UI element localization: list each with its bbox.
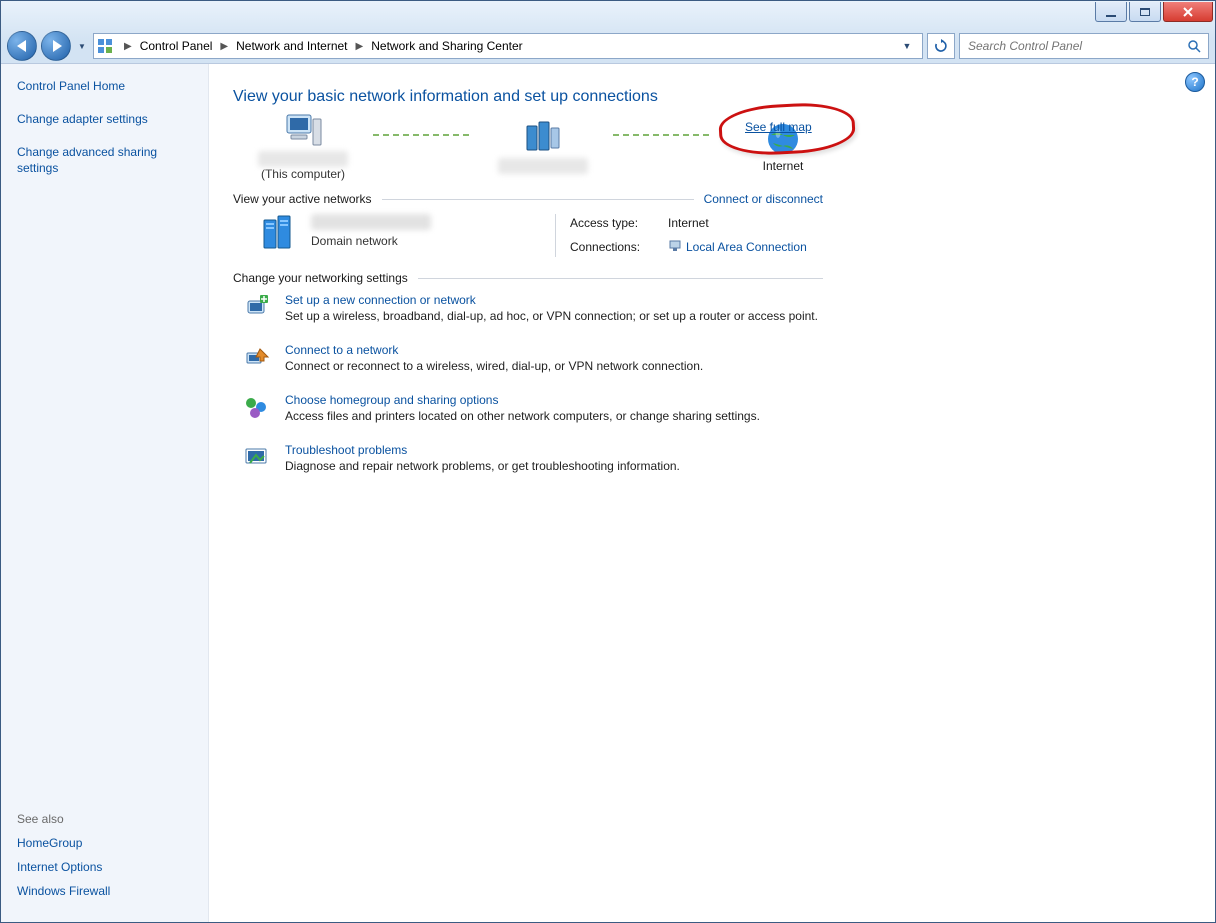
access-type-label: Access type: [570,216,660,230]
network-name-redacted [498,158,588,174]
nic-icon [668,239,682,256]
search-box[interactable] [959,33,1209,59]
search-icon[interactable] [1186,38,1202,54]
settings-item-title: Troubleshoot problems [285,443,680,457]
map-node-this-computer: (This computer) [233,113,373,181]
nav-history-dropdown[interactable]: ▼ [75,32,89,60]
see-full-map-link[interactable]: See full map [745,120,812,134]
active-networks-header: View your active networks Connect or dis… [233,192,823,206]
connect-network-icon [243,343,271,371]
see-full-map-wrap: See full map [733,110,853,150]
connection-link-text: Local Area Connection [686,240,807,254]
homegroup-icon [243,393,271,421]
window-frame: ▼ ▶ Control Panel ▶ Network and Internet… [0,0,1216,923]
breadcrumb-separator-icon: ▶ [118,41,138,52]
settings-item-desc: Connect or reconnect to a wireless, wire… [285,359,703,373]
this-computer-caption: (This computer) [261,167,345,181]
minimize-button[interactable] [1095,2,1127,22]
sidebar-link-advanced-sharing[interactable]: Change advanced sharing settings [17,144,192,178]
breadcrumb-separator-icon: ▶ [214,41,234,52]
settings-header: Change your networking settings [233,271,823,285]
computer-icon [281,113,325,149]
map-connector [613,134,713,136]
breadcrumb-separator-icon: ▶ [350,41,370,52]
address-bar[interactable]: ▶ Control Panel ▶ Network and Internet ▶… [93,33,923,59]
address-dropdown-button[interactable]: ▼ [898,37,916,55]
nav-forward-button[interactable] [41,31,71,61]
map-node-network [473,120,613,174]
active-networks-label: View your active networks [233,192,382,206]
breadcrumb-item[interactable]: Network and Internet [234,39,349,53]
sidebar: Control Panel Home Change adapter settin… [1,64,209,922]
location-icon [96,37,114,55]
new-connection-icon [243,293,271,321]
close-button[interactable] [1163,2,1213,22]
see-also-homegroup[interactable]: HomeGroup [17,836,192,850]
sidebar-home-link[interactable]: Control Panel Home [17,78,192,95]
connections-label: Connections: [570,240,660,254]
refresh-button[interactable] [927,33,955,59]
breadcrumb-item[interactable]: Network and Sharing Center [369,39,524,53]
settings-item-homegroup[interactable]: Choose homegroup and sharing options Acc… [243,393,1191,423]
internet-caption: Internet [763,159,804,173]
troubleshoot-icon [243,443,271,471]
active-network-block: Domain network Access type: Internet Con… [261,214,1191,257]
help-icon[interactable]: ? [1185,72,1205,92]
sidebar-link-adapter-settings[interactable]: Change adapter settings [17,111,192,128]
settings-item-troubleshoot[interactable]: Troubleshoot problems Diagnose and repai… [243,443,1191,473]
nav-back-button[interactable] [7,31,37,61]
settings-item-desc: Set up a wireless, broadband, dial-up, a… [285,309,818,323]
main-content: ? View your basic network information an… [209,64,1215,922]
breadcrumb-item[interactable]: Control Panel [138,39,215,53]
connect-disconnect-link[interactable]: Connect or disconnect [694,192,823,206]
settings-item-desc: Diagnose and repair network problems, or… [285,459,680,473]
network-icon [523,120,563,156]
body: Control Panel Home Change adapter settin… [1,63,1215,922]
settings-header-label: Change your networking settings [233,271,418,285]
settings-item-title: Connect to a network [285,343,703,357]
settings-item-desc: Access files and printers located on oth… [285,409,760,423]
connection-link[interactable]: Local Area Connection [668,239,807,256]
settings-item-title: Choose homegroup and sharing options [285,393,760,407]
map-connector [373,134,473,136]
window-buttons [1095,2,1213,22]
maximize-button[interactable] [1129,2,1161,22]
domain-network-name-redacted [311,214,431,230]
see-also-windows-firewall[interactable]: Windows Firewall [17,884,192,898]
page-title: View your basic network information and … [233,88,1191,106]
network-map-row: (This computer) [233,112,1191,182]
computer-name-redacted [258,151,348,167]
see-also-header: See also [17,812,192,826]
access-type-value: Internet [668,216,807,230]
settings-item-new-connection[interactable]: Set up a new connection or network Set u… [243,293,1191,323]
settings-item-title: Set up a new connection or network [285,293,818,307]
title-bar [1,1,1215,29]
domain-network-icon [261,214,301,257]
settings-item-connect-network[interactable]: Connect to a network Connect or reconnec… [243,343,1191,373]
settings-list: Set up a new connection or network Set u… [243,293,1191,473]
search-input[interactable] [966,38,1186,54]
address-row: ▼ ▶ Control Panel ▶ Network and Internet… [1,29,1215,63]
see-also-internet-options[interactable]: Internet Options [17,860,192,874]
network-type-label: Domain network [311,234,431,248]
